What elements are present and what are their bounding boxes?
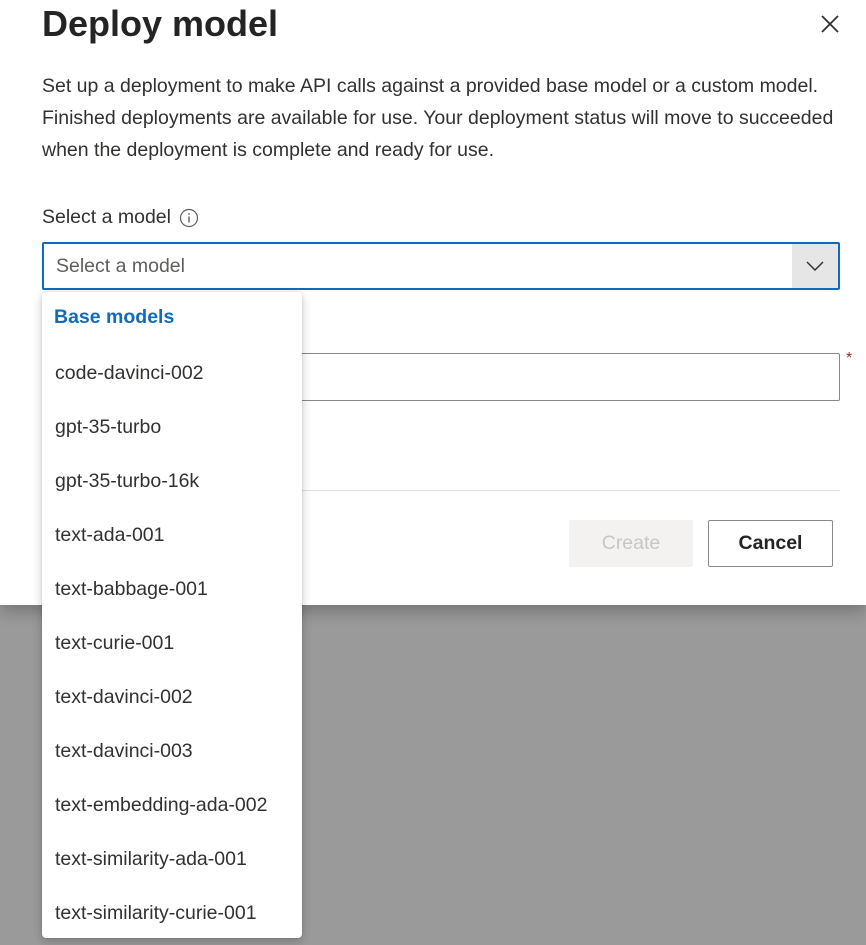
model-select[interactable]: Select a model xyxy=(42,242,840,290)
chevron-down-icon xyxy=(806,261,824,272)
dropdown-option[interactable]: gpt-35-turbo-16k xyxy=(42,454,302,508)
dialog-description: Set up a deployment to make API calls ag… xyxy=(42,75,834,161)
cancel-button[interactable]: Cancel xyxy=(708,520,833,567)
model-select-chevron-button[interactable] xyxy=(792,244,838,288)
dropdown-options: code-davinci-002 gpt-35-turbo gpt-35-turbo… xyxy=(42,346,302,940)
dialog-title: Deploy model xyxy=(42,3,279,44)
dropdown-option[interactable]: text-ada-001 xyxy=(42,508,302,562)
model-field-label-row: Select a model xyxy=(42,206,199,229)
dropdown-option[interactable]: text-davinci-002 xyxy=(42,670,302,724)
dropdown-option[interactable]: gpt-35-turbo xyxy=(42,400,302,454)
model-field-label: Select a model xyxy=(42,206,171,228)
create-button[interactable]: Create xyxy=(569,520,693,567)
dropdown-option[interactable]: text-embedding-ada-002 xyxy=(42,778,302,832)
close-button[interactable] xyxy=(816,10,844,38)
dropdown-option[interactable]: text-similarity-ada-001 xyxy=(42,832,302,886)
info-icon[interactable] xyxy=(179,208,199,228)
dropdown-group-header: Base models xyxy=(54,306,175,328)
model-select-placeholder: Select a model xyxy=(56,255,185,277)
dropdown-option[interactable]: text-curie-001 xyxy=(42,616,302,670)
model-dropdown-list: Base models code-davinci-002 gpt-35-turbo… xyxy=(42,292,302,938)
close-icon xyxy=(821,15,839,33)
dropdown-option[interactable]: code-davinci-002 xyxy=(42,346,302,400)
dropdown-option[interactable]: text-davinci-003 xyxy=(42,724,302,778)
dropdown-option[interactable]: text-similarity-curie-001 xyxy=(42,886,302,940)
dropdown-option[interactable]: text-babbage-001 xyxy=(42,562,302,616)
required-marker: * xyxy=(846,350,853,367)
